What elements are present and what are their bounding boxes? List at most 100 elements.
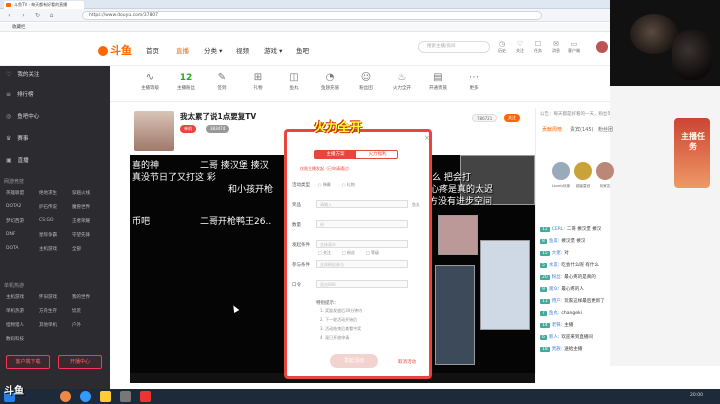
toolbar-item[interactable]: ✎ 签到 — [204, 71, 240, 91]
user-avatar[interactable] — [596, 41, 608, 53]
rank-avatar[interactable] — [552, 162, 570, 180]
url-input[interactable]: https://www.douyu.com/37807 — [82, 11, 542, 20]
sidebar-item-yuba[interactable]: ◎ 鱼吧中心 — [6, 112, 39, 120]
category-tag[interactable]: 单机 — [180, 125, 196, 133]
chat-username[interactable]: 水友: — [549, 263, 560, 268]
toolbar-item[interactable]: ◔ 鱼翅充值 — [312, 71, 348, 91]
sidebar-game-link[interactable]: 穿越火线 — [72, 190, 90, 196]
message-icon[interactable]: ✉ 消息 — [546, 40, 566, 54]
rank-avatar[interactable] — [574, 162, 592, 180]
tab-week-rank[interactable]: 贡献周榜 — [542, 126, 562, 133]
chat-username[interactable]: 贵族: — [552, 347, 563, 352]
app-icon[interactable] — [120, 391, 131, 402]
sidebar-game-link[interactable]: 守望先锋 — [72, 232, 90, 238]
sidebar-game-link[interactable]: 梦幻西游 — [6, 218, 24, 224]
sidebar-game-link[interactable]: DNF — [6, 232, 15, 237]
site-logo[interactable]: 斗鱼 — [98, 42, 132, 58]
app-icon[interactable] — [140, 391, 151, 402]
tab-anchor-plan[interactable]: 主播方案 — [315, 151, 356, 159]
toolbar-item[interactable]: ▤ 开通贵族 — [420, 71, 456, 91]
client-icon[interactable]: ▭ 客户端 — [564, 40, 584, 54]
sidebar-game-link[interactable]: 怀旧游戏 — [39, 294, 57, 300]
chat-username[interactable]: 新人: — [549, 335, 560, 340]
checkbox-option[interactable]: □ 关注 — [318, 250, 331, 256]
anchor-avatar[interactable] — [134, 111, 174, 151]
checkbox-option[interactable]: □ 粉丝 — [342, 250, 355, 256]
sidebar-item-follow[interactable]: ♡ 我的关注 — [6, 70, 39, 78]
sidebar-game-link[interactable]: DOTA2 — [6, 204, 21, 209]
nav-yuba[interactable]: 鱼吧 — [296, 45, 309, 55]
sidebar-game-link[interactable]: 星际争霸 — [39, 232, 57, 238]
nav-home[interactable]: 首页 — [146, 45, 159, 55]
chat-username[interactable]: 鱼友: — [549, 239, 560, 244]
toolbar-item[interactable]: ⊞ 礼物 — [240, 71, 276, 91]
nav-game[interactable]: 游戏 ▾ — [264, 45, 282, 55]
radio-option[interactable]: ○ 礼物 — [342, 182, 355, 188]
task-icon[interactable]: ☐ 任务 — [528, 40, 548, 54]
browser-tab[interactable]: 斗鱼TV - 每天都有好看的直播 — [4, 1, 84, 9]
browser-icon[interactable] — [60, 391, 71, 402]
chat-username[interactable]: 老铁: — [552, 323, 563, 328]
sidebar-game-link[interactable]: 我的世界 — [72, 294, 90, 300]
folder-icon[interactable] — [100, 391, 111, 402]
form-input[interactable]: 请输入 — [316, 200, 408, 208]
sidebar-game-link[interactable]: 全部 — [72, 246, 81, 252]
bookmark-item[interactable]: 收藏栏 — [12, 25, 26, 30]
close-icon[interactable]: × — [424, 134, 430, 142]
sidebar-game-link[interactable]: 主机游戏 — [39, 246, 57, 252]
chat-username[interactable]: 大佬: — [552, 251, 563, 256]
form-input[interactable]: 份 — [316, 220, 408, 228]
nav-category[interactable]: 分类 ▾ — [204, 45, 222, 55]
download-client-button[interactable]: 客户端下载 — [6, 355, 50, 369]
sidebar-game-link[interactable]: 饥荒 — [72, 308, 81, 314]
radio-option[interactable]: ○ 弹幕 — [318, 182, 331, 188]
cancel-link[interactable]: 取消活动 — [398, 359, 416, 365]
chat-username[interactable]: 观众: — [549, 287, 560, 292]
toolbar-item[interactable]: ∿ 主播等级 — [132, 71, 168, 91]
sidebar-game-link[interactable]: 王者荣耀 — [72, 218, 90, 224]
toolbar-item[interactable]: ◫ 鱼丸 — [276, 71, 312, 91]
toolbar-item[interactable]: ♨ 火力全开 — [384, 71, 420, 91]
home-icon[interactable]: ⌂ — [48, 12, 55, 19]
sidebar-game-link[interactable]: 其他单机 — [39, 322, 57, 328]
follow-button[interactable]: 关注 — [504, 114, 520, 122]
promo-banner[interactable]: 主播任务 — [674, 118, 710, 188]
tab-fire-welfare[interactable]: 火力福利 — [357, 151, 398, 159]
sidebar-item-rank[interactable]: ≡ 排行榜 — [6, 90, 34, 98]
form-input[interactable]: 全体观众 — [316, 240, 408, 248]
sidebar-item-match[interactable]: ♛ 赛事 — [6, 134, 28, 142]
nav-video[interactable]: 视频 — [236, 45, 249, 55]
form-input[interactable]: 双击666 — [316, 280, 408, 288]
chat-username[interactable]: 粉丝: — [552, 275, 563, 280]
tab-vip[interactable]: 贵宾(145) — [570, 126, 593, 133]
sidebar-game-link[interactable]: 数码科技 — [6, 336, 24, 342]
chat-username[interactable]: 用户: — [552, 299, 563, 304]
chat-username[interactable]: 鱼丸: — [549, 311, 560, 316]
sidebar-game-link[interactable]: 炉石传说 — [39, 204, 57, 210]
sidebar-game-link[interactable]: 方舟生存 — [39, 308, 57, 314]
sidebar-game-link[interactable]: DOTA — [6, 246, 19, 251]
sidebar-game-link[interactable]: 单机热游 — [6, 308, 24, 314]
refresh-icon[interactable]: ↻ — [34, 12, 41, 19]
forward-icon[interactable]: › — [20, 12, 27, 19]
nav-live[interactable]: 直播 — [176, 45, 189, 55]
browser-icon[interactable] — [80, 391, 91, 402]
history-icon[interactable]: ◷ 历史 — [492, 40, 512, 54]
rank-avatar[interactable] — [596, 162, 614, 180]
sidebar-game-link[interactable]: 英雄联盟 — [6, 190, 24, 196]
sidebar-game-link[interactable]: 主机游戏 — [6, 294, 24, 300]
toolbar-item[interactable]: ☺ 粉丝团 — [348, 71, 384, 91]
sidebar-game-link[interactable]: 户外 — [72, 322, 81, 328]
checkbox-option[interactable]: □ 等级 — [366, 250, 379, 256]
sidebar-game-link[interactable]: 怪物猎人 — [6, 322, 24, 328]
chat-username[interactable]: CERL: — [552, 227, 565, 232]
sidebar-game-link[interactable]: 绝地求生 — [39, 190, 57, 196]
toolbar-item[interactable]: ⋯ 更多 — [456, 71, 492, 91]
tab-fans[interactable]: 粉丝团 — [598, 126, 613, 133]
sidebar-item-live[interactable]: ▣ 直播 — [6, 156, 29, 164]
toolbar-item[interactable]: 12 主播粉丝 — [168, 71, 204, 91]
submit-button[interactable]: 发起活动 — [330, 354, 378, 368]
search-input[interactable]: 搜索主播/房间 — [418, 41, 490, 53]
sidebar-game-link[interactable]: 魔兽世界 — [72, 204, 90, 210]
sidebar-game-link[interactable]: CS:GO — [39, 218, 54, 223]
